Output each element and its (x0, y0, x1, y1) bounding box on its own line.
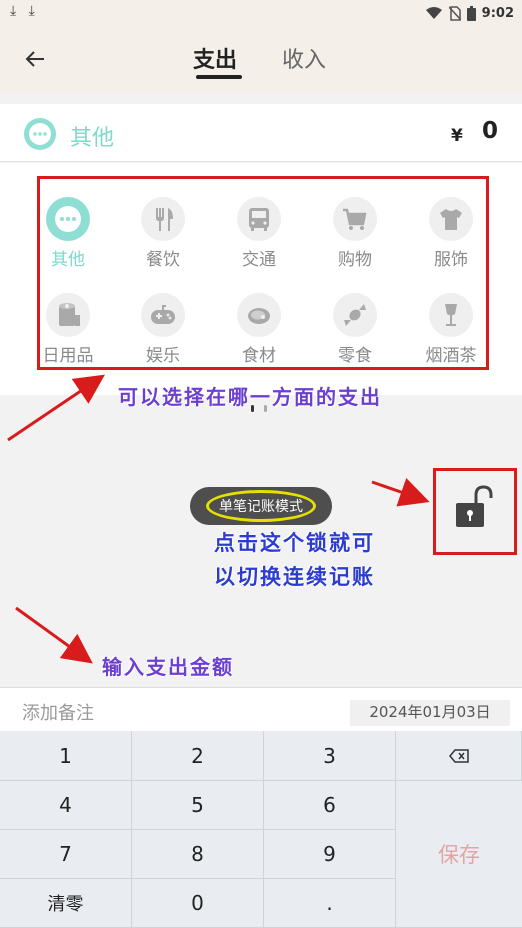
mode-label: 单笔记账模式 (206, 490, 316, 522)
key-8[interactable]: 8 (132, 830, 264, 879)
key-9[interactable]: 9 (264, 830, 396, 879)
selected-category-name: 其他 (70, 126, 115, 151)
wifi-icon (425, 7, 442, 19)
no-sim-icon (448, 5, 461, 21)
status-time: 9:02 (481, 5, 514, 21)
amount-display: 0 (482, 118, 499, 144)
annotation-box-lock (433, 468, 517, 555)
numeric-keypad: 1 2 3 4 5 6 7 8 9 清零 0 . 保存 (0, 731, 522, 928)
key-3[interactable]: 3 (264, 731, 396, 781)
clear-key[interactable]: 清零 (0, 879, 132, 928)
tab-expense[interactable]: 支出 (193, 42, 237, 74)
annotation-box-categories (37, 176, 489, 370)
annotation-lock-hint-line1: 点击这个锁就可 (214, 531, 375, 555)
mode-badge: 单笔记账模式 (190, 487, 332, 525)
download-icons: ⤓ ⤓ (10, 3, 39, 19)
backspace-key[interactable] (396, 731, 522, 781)
date-picker-button[interactable]: 2024年01月03日 (350, 700, 510, 726)
key-6[interactable]: 6 (264, 781, 396, 830)
tab-income[interactable]: 收入 (282, 42, 326, 74)
battery-icon (466, 5, 476, 21)
key-0[interactable]: 0 (132, 879, 264, 928)
key-2[interactable]: 2 (132, 731, 264, 781)
backspace-icon (448, 748, 469, 763)
tab-underline (196, 75, 242, 79)
note-bar: 2024年01月03日 (0, 687, 522, 731)
key-4[interactable]: 4 (0, 781, 132, 830)
key-1[interactable]: 1 (0, 731, 132, 781)
key-5[interactable]: 5 (132, 781, 264, 830)
key-7[interactable]: 7 (0, 830, 132, 879)
currency-symbol: ¥ (451, 126, 463, 146)
arrow-left-icon (25, 51, 44, 67)
back-button[interactable] (20, 44, 50, 74)
note-input[interactable] (22, 698, 342, 728)
more-dots-icon (24, 118, 56, 150)
save-button[interactable]: 保存 (396, 781, 522, 928)
app-header: 支出 收入 (0, 26, 522, 92)
decimal-key[interactable]: . (264, 879, 396, 928)
annotation-amount-hint: 输入支出金额 (102, 655, 234, 679)
annotation-lock-hint-line2: 以切换连续记账 (214, 565, 375, 589)
status-bar: ⤓ ⤓ 9:02 (0, 0, 522, 26)
selected-category-bar: 其他 ¥ 0 (0, 104, 522, 162)
annotation-category-hint: 可以选择在哪一方面的支出 (118, 385, 382, 409)
